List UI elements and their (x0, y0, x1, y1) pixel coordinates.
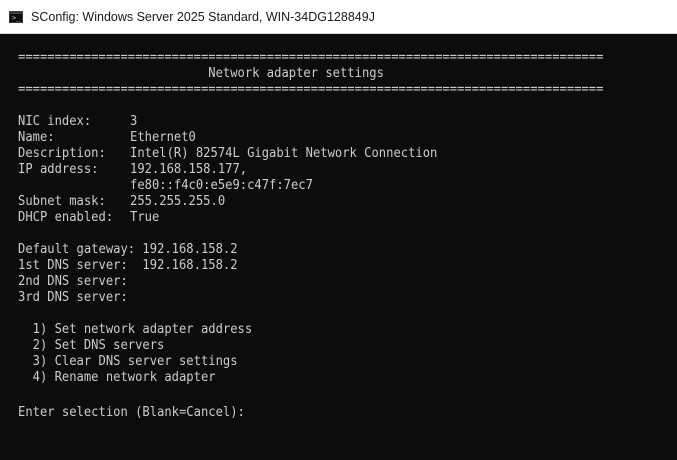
field-description: Description: Intel(R) 82574L Gigabit Net… (18, 146, 644, 162)
menu-option-set-dns: 2) Set DNS servers (18, 338, 165, 353)
separator-top: ========================================… (18, 50, 604, 65)
console-output[interactable]: ========================================… (18, 50, 644, 420)
field-label: DHCP enabled: (18, 210, 114, 225)
field-value: fe80::f4c0:e5e9:c47f:7ec7 (130, 178, 313, 193)
menu-option-clear-dns: 3) Clear DNS server settings (18, 354, 238, 369)
console-icon: >_ (9, 11, 23, 23)
field-label: Name: (18, 130, 55, 145)
menu-heading: Network adapter settings (18, 66, 384, 81)
field-value: Intel(R) 82574L Gigabit Network Connecti… (130, 146, 438, 161)
dns-server-2-line: 2nd DNS server: (18, 274, 128, 289)
dns-server-3-line: 3rd DNS server: (18, 290, 128, 305)
field-name: Name: Ethernet0 (18, 130, 644, 146)
default-gateway-line: Default gateway: 192.168.158.2 (18, 242, 238, 257)
dns-server-1-line: 1st DNS server: 192.168.158.2 (18, 258, 238, 273)
field-value: 192.168.158.177, (130, 162, 248, 177)
field-value: 3 (130, 114, 138, 129)
menu-option-set-address: 1) Set network adapter address (18, 322, 253, 337)
field-value: Ethernet0 (130, 130, 196, 145)
field-subnet-mask: Subnet mask: 255.255.255.0 (18, 194, 644, 210)
title-bar[interactable]: >_ SConfig: Windows Server 2025 Standard… (0, 0, 677, 34)
separator-bottom: ========================================… (18, 82, 604, 97)
field-label: NIC index: (18, 114, 92, 129)
field-nic-index: NIC index: 3 (18, 114, 644, 130)
field-ipv6-address: fe80::f4c0:e5e9:c47f:7ec7 (18, 178, 644, 194)
field-ip-address: IP address: 192.168.158.177, (18, 162, 644, 178)
window-title: SConfig: Windows Server 2025 Standard, W… (31, 10, 375, 24)
selection-prompt[interactable]: Enter selection (Blank=Cancel): (18, 402, 603, 420)
field-label: IP address: (18, 162, 99, 177)
field-value: 255.255.255.0 (130, 194, 226, 209)
menu-option-rename-adapter: 4) Rename network adapter (18, 370, 216, 385)
field-dhcp-enabled: DHCP enabled: True (18, 210, 644, 226)
prompt-text: Enter selection (Blank=Cancel): (18, 405, 245, 420)
field-label: Description: (18, 146, 106, 161)
field-label: Subnet mask: (18, 194, 106, 209)
console-window: >_ SConfig: Windows Server 2025 Standard… (0, 0, 677, 460)
field-value: True (130, 210, 160, 225)
